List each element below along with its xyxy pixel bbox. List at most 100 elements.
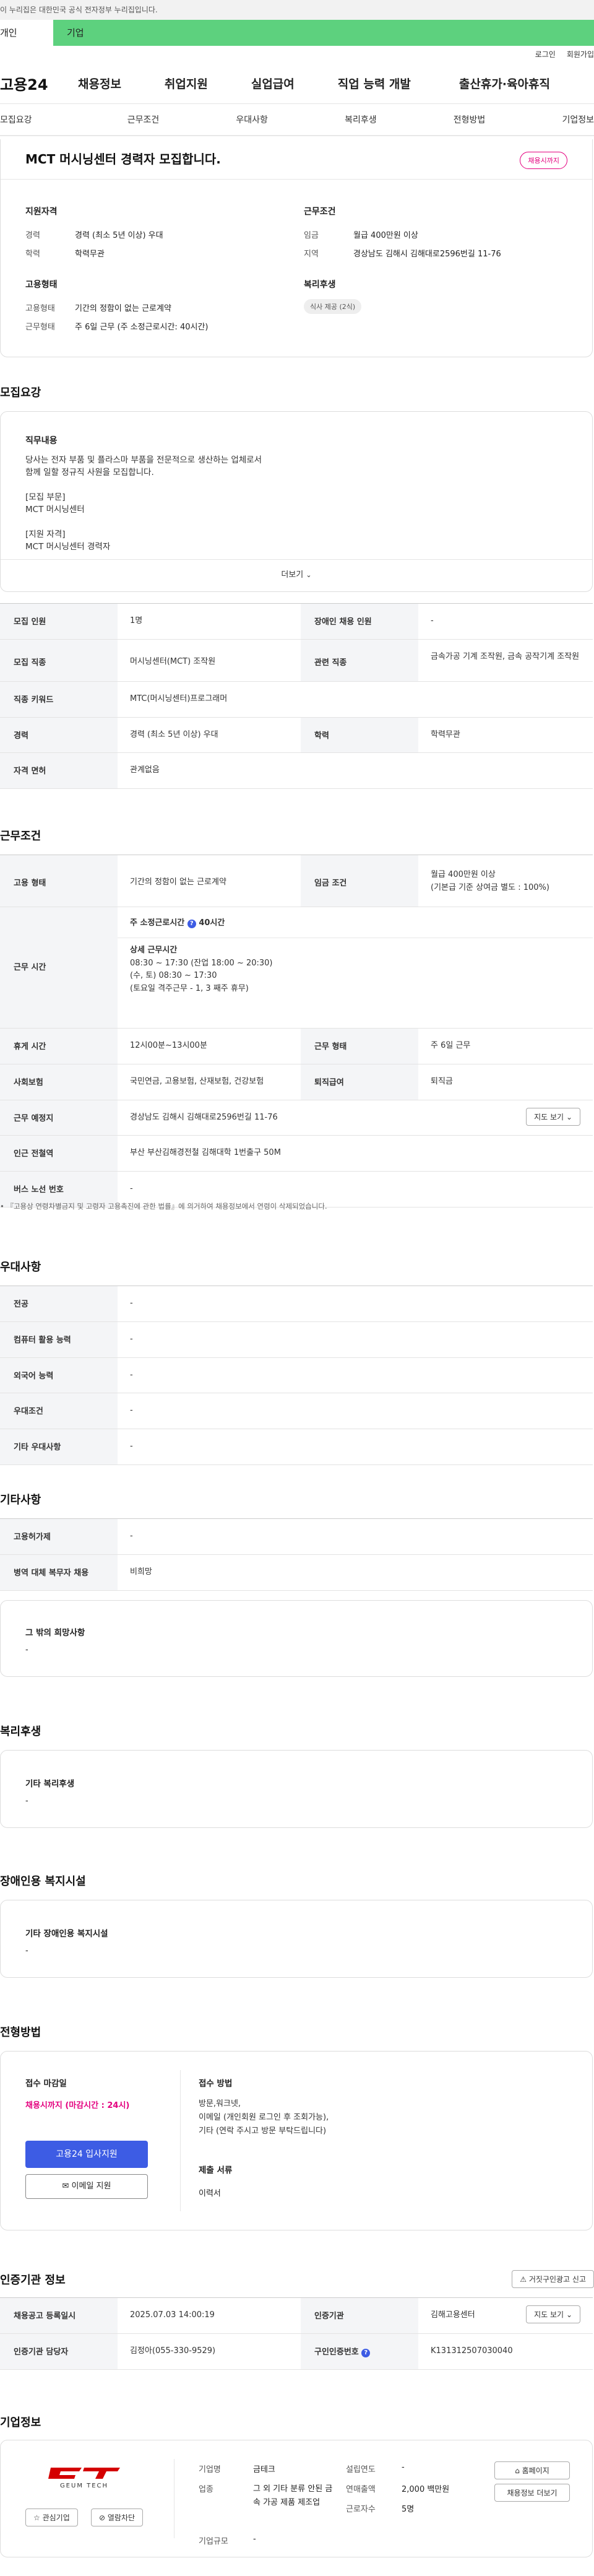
signup-link[interactable]: 회원가입 bbox=[567, 46, 594, 63]
company-logo-mark bbox=[48, 2468, 120, 2479]
recruit-title: 모집요강 bbox=[0, 386, 41, 399]
edu-label: 학력 bbox=[25, 250, 40, 259]
login-link[interactable]: 로그인 bbox=[535, 46, 556, 63]
company-name-value: 금테크 bbox=[253, 2465, 275, 2474]
util-links: 로그인 회원가입 bbox=[0, 46, 594, 63]
table-row: 인증기관 담당자 김정아(055-330-9529) 구인인증번호 ? K131… bbox=[0, 2333, 593, 2370]
industry-value: 그 외 기타 분류 안된 금속 가공 제품 제조업 bbox=[253, 2484, 333, 2507]
mgr-value: 김정아(055-330-9529) bbox=[130, 2346, 216, 2356]
cell-value: - bbox=[130, 1442, 133, 1451]
hours-header: 근무 시간 bbox=[0, 907, 118, 1028]
emp-heading: 고용형태 bbox=[25, 280, 58, 290]
station-value: 부산 부산김해경전철 김해대학 1번출구 50M bbox=[130, 1148, 281, 1158]
info-icon[interactable]: ? bbox=[361, 2348, 371, 2357]
hours-detail-heading: 상세 근무시간 bbox=[130, 945, 178, 955]
subnav-company[interactable]: 기업정보 bbox=[562, 113, 594, 126]
section-nav: 모집요강 근무조건 우대사항 복리후생 전형방법 기업정보 bbox=[0, 104, 594, 136]
company-logo-text: GEUM TECH bbox=[59, 2482, 109, 2489]
map-button[interactable]: 지도 보기 ⌄ bbox=[526, 1107, 580, 1126]
table-row: 고용 형태 기간의 정함이 없는 근로계약 임금 조건 월급 400만원 이상 … bbox=[0, 855, 593, 907]
size-label: 기업규모 bbox=[199, 2537, 228, 2546]
chevron-down-icon: ⌄ bbox=[566, 1112, 572, 1121]
cell-header: 모집 직종 bbox=[0, 639, 118, 681]
block-label: 열람차단 bbox=[107, 2513, 136, 2522]
gnb-jobs[interactable]: 채용정보 bbox=[78, 75, 121, 92]
report-button[interactable]: ⚠ 거짓구인광고 신고 bbox=[512, 2270, 594, 2288]
info-icon[interactable]: ? bbox=[187, 920, 196, 928]
age-notice-text: 『고용상 연령차별금지 및 고령자 고용촉진에 관한 법률』에 의거하여 채용정… bbox=[6, 1202, 327, 1211]
hours-line: 08:30 ~ 17:30 (잔업 18:00 ~ 20:30) bbox=[130, 958, 273, 968]
mgr-header: 인증기관 담당자 bbox=[0, 2333, 118, 2369]
gnb-parental[interactable]: 출산휴가·육아휴직 bbox=[459, 75, 550, 92]
cell-value: MTC(머시닝센터)프로그래머 bbox=[130, 694, 228, 703]
block-button[interactable]: ⊘ 열람차단 bbox=[91, 2509, 144, 2526]
apply-button[interactable]: 고용24 입사지원 bbox=[25, 2141, 148, 2168]
docs-heading: 제출 서류 bbox=[199, 2165, 233, 2175]
etc-table: 고용허가제 - 병역 대체 복무자 채용 비희망 bbox=[0, 1518, 593, 1591]
cell-header: 모집 인원 bbox=[0, 604, 118, 639]
cell-value: 금속가공 기계 조작원, 금속 공작기계 조작원 bbox=[431, 651, 580, 661]
method-line: 이메일 (개인회원 로그인 후 조회가능), bbox=[199, 2113, 329, 2122]
career-label: 경력 bbox=[25, 231, 40, 240]
place-header: 근무 예정지 bbox=[0, 1100, 118, 1136]
hours-total-value: 40시간 bbox=[199, 918, 225, 928]
wage-value: 월급 400만원 이상 bbox=[353, 231, 418, 240]
subnav-process[interactable]: 전형방법 bbox=[454, 113, 486, 126]
more-jobs-button[interactable]: 채용정보 더보기 bbox=[494, 2484, 570, 2502]
tab-personal[interactable]: 개인 bbox=[0, 20, 53, 46]
cell-value: 1명 bbox=[130, 616, 143, 625]
agency-map-button[interactable]: 지도 보기 ⌄ bbox=[526, 2305, 580, 2323]
cell-value: 경력 (최소 5년 이상) 우대 bbox=[130, 729, 218, 739]
welfare-heading: 복리후생 bbox=[304, 280, 336, 290]
homepage-label: 홈페이지 bbox=[522, 2466, 549, 2475]
break-value: 12시00분~13시00분 bbox=[130, 1041, 207, 1050]
emp-type-header: 고용 형태 bbox=[0, 855, 118, 907]
deadline-value: 채용시까지 (마감시간 : 24시) bbox=[25, 2101, 130, 2110]
welfare-box-heading: 기타 복리후생 bbox=[25, 1779, 75, 1789]
email-apply-button[interactable]: ✉ 이메일 지원 bbox=[25, 2174, 148, 2199]
place-value: 경상남도 김해시 김해대로2596번길 11-76 bbox=[130, 1112, 278, 1122]
job-line: MCT 머시닝센터 경력자 bbox=[25, 542, 111, 552]
table-row: 사회보험 국민연금, 고용보험, 산재보험, 건강보험 퇴직급여 퇴직금 bbox=[0, 1064, 593, 1100]
process-title: 전형방법 bbox=[0, 2026, 41, 2039]
star-icon: ☆ bbox=[33, 2513, 40, 2522]
agency-map-label: 지도 보기 bbox=[534, 2310, 564, 2319]
cell-header: 전공 bbox=[0, 1286, 118, 1321]
work-title: 근무조건 bbox=[0, 830, 41, 843]
gnb-support[interactable]: 취업지원 bbox=[165, 75, 208, 92]
company-logo: GEUM TECH bbox=[44, 2466, 124, 2491]
loc-value: 경상남도 김해시 김해대로2596번길 11-76 bbox=[353, 250, 501, 259]
tab-enterprise[interactable]: 기업 bbox=[53, 20, 594, 46]
more-button[interactable]: 더보기 ⌄ bbox=[1, 568, 592, 580]
wage-line1: 월급 400만원 이상 bbox=[431, 870, 496, 879]
loc-label: 지역 bbox=[304, 250, 319, 259]
gnb-training[interactable]: 직업 능력 개발 bbox=[338, 75, 411, 92]
subnav-recruit[interactable]: 모집요강 bbox=[0, 113, 32, 126]
cell-header: 고용허가제 bbox=[0, 1519, 118, 1554]
table-row: 모집 인원 1명 장애인 채용 인원 - bbox=[0, 604, 593, 640]
status-badge: 채용시까지 bbox=[520, 152, 567, 169]
cell-value: - bbox=[130, 1406, 133, 1416]
fav-button[interactable]: ☆ 관심기업 bbox=[25, 2509, 78, 2526]
cell-header: 컴퓨터 활용 능력 bbox=[0, 1321, 118, 1357]
etc-other-card: 그 밖의 희망사항 - bbox=[0, 1600, 593, 1677]
table-row: 전공 - bbox=[0, 1286, 593, 1322]
table-row: 근무 시간 주 소정근로시간 ? 40시간 상세 근무시간 08:30 ~ 17… bbox=[0, 907, 593, 1029]
hours-line: (토요일 격주근무 - 1, 3 째주 휴무) bbox=[130, 984, 249, 994]
homepage-button[interactable]: ⌂ 홈페이지 bbox=[494, 2461, 570, 2479]
table-row: 외국어 능력 - bbox=[0, 1357, 593, 1394]
cond-heading: 근무조건 bbox=[304, 207, 336, 217]
table-row: 고용허가제 - bbox=[0, 1519, 593, 1555]
gnb-unemployment[interactable]: 실업급여 bbox=[251, 75, 295, 92]
global-nav: 고용24 채용정보 취업지원 실업급여 직업 능력 개발 출산휴가·육아휴직 bbox=[0, 63, 594, 104]
cell-value: 머시닝센터(MCT) 조작원 bbox=[130, 656, 216, 666]
table-row: 경력 경력 (최소 5년 이상) 우대 학력 학력무관 bbox=[0, 717, 593, 754]
cell-value: 학력무관 bbox=[431, 729, 460, 739]
severance-header: 퇴직급여 bbox=[301, 1064, 418, 1100]
subnav-work[interactable]: 근무조건 bbox=[127, 113, 160, 126]
chevron-down-icon: ⌄ bbox=[566, 2310, 572, 2319]
site-logo[interactable]: 고용24 bbox=[0, 72, 62, 94]
subnav-welfare[interactable]: 복리후생 bbox=[345, 113, 377, 126]
subnav-pref[interactable]: 우대사항 bbox=[236, 113, 268, 126]
reg-header: 채용공고 등록일시 bbox=[0, 2298, 118, 2333]
